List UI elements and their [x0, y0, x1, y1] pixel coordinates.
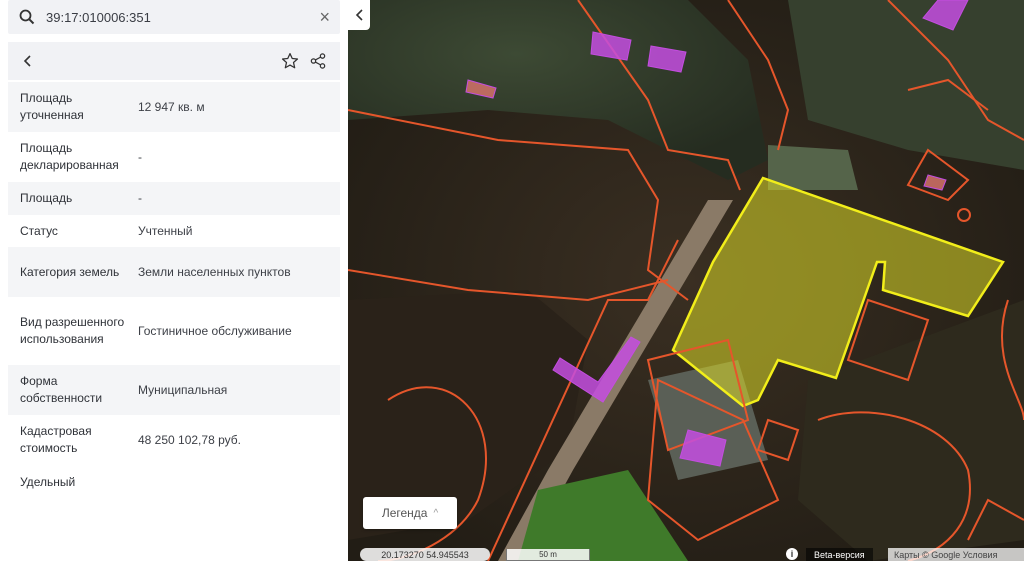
chevron-left-icon — [355, 9, 363, 21]
share-button[interactable] — [304, 47, 332, 75]
search-bar[interactable]: 39:17:010006:351 × — [8, 0, 340, 34]
map-canvas[interactable] — [348, 0, 1024, 561]
property-value: Учтенный — [138, 223, 193, 238]
star-icon — [281, 52, 299, 69]
property-list: Площадь уточненная 12 947 кв. м Площадь … — [8, 82, 340, 499]
legend-label: Легенда — [381, 506, 428, 520]
property-value: - — [138, 191, 142, 205]
legend-button[interactable]: Легенда ^ — [363, 497, 457, 529]
property-row: Площадь - — [8, 182, 340, 215]
property-label: Кадастровая стоимость — [20, 424, 92, 455]
favorite-button[interactable] — [276, 47, 304, 75]
property-label: Категория земель — [20, 264, 120, 279]
property-value: Гостиничное обслуживание — [138, 323, 292, 338]
property-value: Земли населенных пунктов — [138, 264, 291, 279]
close-icon[interactable]: × — [319, 8, 330, 26]
chevron-up-icon: ^ — [433, 507, 439, 519]
satellite-map[interactable] — [348, 0, 1024, 561]
property-label: Площадь — [20, 191, 73, 205]
back-button[interactable] — [16, 50, 38, 72]
property-label: Площадь декларированная — [20, 141, 119, 172]
map-attribution[interactable]: Карты © Google Условия — [888, 548, 1024, 561]
coordinates-readout: 20.173270 54.945543 — [360, 548, 490, 561]
info-panel: 39:17:010006:351 × Площадь уточненная 12… — [0, 0, 348, 561]
property-row: Удельный — [8, 465, 340, 499]
property-row: Категория земель Земли населенных пункто… — [8, 247, 340, 297]
info-icon[interactable]: i — [786, 548, 798, 560]
share-icon — [310, 53, 326, 69]
chevron-left-icon — [23, 55, 31, 67]
property-value: 48 250 102,78 руб. — [138, 432, 241, 447]
property-row: Статус Учтенный — [8, 215, 340, 247]
property-label: Вид разрешенного использования — [20, 315, 125, 346]
property-row: Форма собственности Муниципальная — [8, 365, 340, 415]
property-label: Удельный — [20, 474, 76, 489]
property-value: 12 947 кв. м — [138, 99, 205, 114]
card-toolbar — [8, 42, 340, 80]
beta-badge[interactable]: Beta-версия — [806, 548, 873, 561]
search-input[interactable]: 39:17:010006:351 — [46, 10, 319, 25]
scale-bar: 50 m — [506, 549, 590, 561]
collapse-panel-button[interactable] — [348, 0, 370, 30]
property-value: Муниципальная — [138, 382, 228, 397]
search-icon[interactable] — [18, 8, 36, 26]
property-label: Статус — [20, 223, 58, 238]
property-row: Кадастровая стоимость 48 250 102,78 руб. — [8, 415, 340, 465]
property-row: Площадь уточненная 12 947 кв. м — [8, 82, 340, 132]
property-label: Форма собственности — [20, 374, 103, 405]
property-label: Площадь уточненная — [20, 91, 84, 122]
property-value: - — [138, 149, 142, 164]
property-row: Площадь декларированная - — [8, 132, 340, 182]
property-row: Вид разрешенного использования Гостиничн… — [8, 297, 340, 365]
